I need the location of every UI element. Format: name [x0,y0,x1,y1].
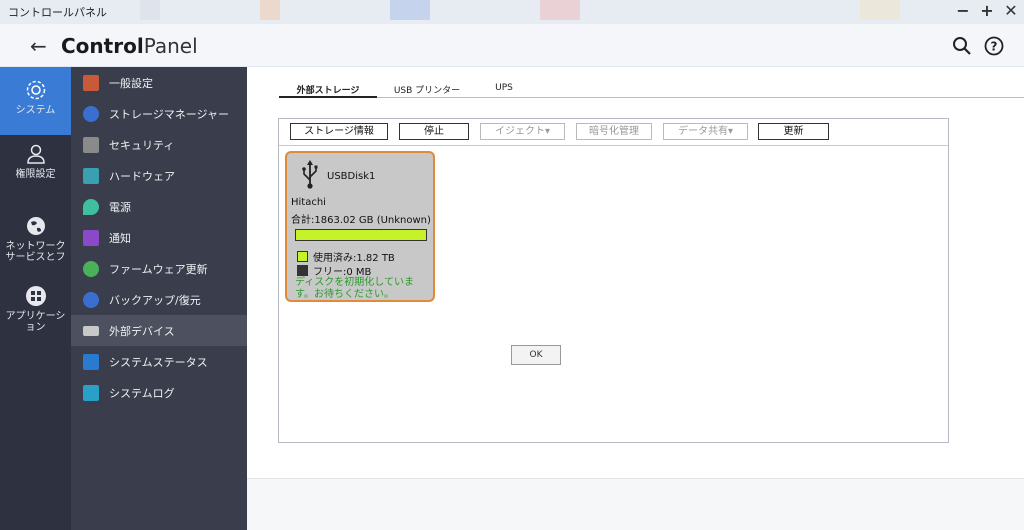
disk-status-message: ディスクを初期化していま す。お待ちください。 [295,277,414,300]
submenu-item-label: システムステータス [109,355,208,369]
data-share-button[interactable]: データ共有▾ [663,123,748,140]
encryption-management-button[interactable]: 暗号化管理 [576,123,652,140]
usb-icon [302,160,318,189]
monitor-icon [83,353,99,370]
log-icon [83,384,99,401]
submenu-item-system-log[interactable]: システムログ [71,377,247,408]
notification-icon [83,229,99,246]
used-legend: 使用済み:1.82 TB [297,249,395,264]
storage-icon [83,105,99,122]
storage-toolbar: ストレージ情報 停止 イジェクト▾ 暗号化管理 データ共有▾ 更新 [279,119,948,146]
submenu-item-security[interactable]: セキュリティ [71,129,247,160]
submenu-item-label: ストレージマネージャー [109,107,230,121]
disk-card[interactable]: USBDisk1 Hitachi 合計:1863.02 GB (Unknown)… [285,151,435,302]
submenu-item-label: ファームウェア更新 [109,262,208,276]
submenu-item-label: 通知 [109,231,131,245]
app-title-bold: Control [61,34,144,58]
main-nav-rail: システム 権限設定 ネットワーク サービスとフ アプリケーシ ョン [0,67,71,530]
rail-item-privilege[interactable]: 権限設定 [0,143,71,193]
submenu-item-storage[interactable]: ストレージマネージャー [71,98,247,129]
disk-total-capacity: 合計:1863.02 GB (Unknown) [291,215,431,226]
stop-button[interactable]: 停止 [399,123,469,140]
window-title: コントロールパネル [8,6,107,19]
app-header: ← ControlPanel ? [0,24,1024,67]
window-titlebar: コントロールパネル − + ✕ [0,0,1024,24]
submenu-item-label: 一般設定 [109,76,153,90]
globe-icon [26,217,45,235]
lock-icon [83,136,99,153]
rail-item-applications[interactable]: アプリケーシ ョン [0,285,71,341]
backup-restore-icon [83,291,99,308]
firmware-update-icon [83,260,99,277]
external-device-icon [83,325,99,336]
submenu-item-firmware[interactable]: ファームウェア更新 [71,253,247,284]
rail-item-label: アプリケーシ ョン [5,311,66,333]
storage-info-button[interactable]: ストレージ情報 [290,123,388,140]
submenu-item-hardware[interactable]: ハードウェア [71,160,247,191]
eject-button[interactable]: イジェクト▾ [480,123,565,140]
submenu-item-backup[interactable]: バックアップ/復元 [71,284,247,315]
disk-name: USBDisk1 [327,171,376,182]
refresh-button[interactable]: 更新 [758,123,829,140]
disk-vendor: Hitachi [291,197,326,208]
submenu-item-label: 外部デバイス [109,324,175,338]
rail-item-network[interactable]: ネットワーク サービスとフ [0,215,71,271]
submenu-item-label: バックアップ/復元 [109,293,201,307]
used-legend-label: 使用済み:1.82 TB [313,253,395,264]
hardware-icon [83,167,99,184]
submenu-item-label: 電源 [109,200,131,214]
app-title-light: Panel [143,34,198,58]
general-settings-icon [83,74,99,91]
content-area: 外部ストレージ USB プリンター UPS ストレージ情報 停止 イジェクト▾ … [247,67,1024,530]
maximize-button[interactable]: + [980,2,994,20]
submenu-item-external-device[interactable]: 外部デバイス [71,315,247,346]
free-legend-label: フリー:0 MB [313,267,372,278]
tab-ups[interactable]: UPS [489,83,519,98]
submenu-item-notification[interactable]: 通知 [71,222,247,253]
user-icon [26,144,45,164]
system-submenu: 一般設定 ストレージマネージャー セキュリティ ハードウェア 電源 通知 ファー… [71,67,247,530]
submenu-item-general[interactable]: 一般設定 [71,67,247,98]
rail-item-label: ネットワーク サービスとフ [5,241,66,263]
rail-item-system[interactable]: システム [0,67,71,135]
help-icon[interactable]: ? [984,36,1004,56]
used-color-swatch [297,251,308,262]
ok-button[interactable]: OK [511,345,561,365]
minimize-button[interactable]: − [956,2,970,20]
back-arrow-icon[interactable]: ← [30,34,47,58]
submenu-item-label: ハードウェア [109,169,175,183]
titlebar-background-decor [120,0,940,20]
close-button[interactable]: ✕ [1004,2,1018,20]
submenu-item-label: システムログ [109,386,175,400]
submenu-item-label: セキュリティ [109,138,175,152]
content-footer [247,478,1024,530]
power-icon [83,198,99,215]
disk-usage-fill [296,230,426,240]
disk-usage-bar [295,229,427,241]
gear-icon [26,80,45,100]
app-title: ControlPanel [61,34,198,58]
apps-grid-icon [25,286,46,306]
tab-bar: 外部ストレージ USB プリンター UPS [279,83,1024,98]
external-storage-panel: ストレージ情報 停止 イジェクト▾ 暗号化管理 データ共有▾ 更新 USBDis… [278,118,949,443]
free-legend: フリー:0 MB [297,263,371,278]
tab-usb-printer[interactable]: USB プリンター [387,83,467,98]
free-color-swatch [297,265,308,276]
submenu-item-system-status[interactable]: システムステータス [71,346,247,377]
tab-external-storage[interactable]: 外部ストレージ [279,83,377,98]
search-icon[interactable] [952,36,972,56]
submenu-item-power[interactable]: 電源 [71,191,247,222]
rail-item-label: システム [15,105,56,116]
rail-item-label: 権限設定 [15,169,56,180]
svg-text:?: ? [991,40,998,54]
window-controls: − + ✕ [956,2,1018,20]
